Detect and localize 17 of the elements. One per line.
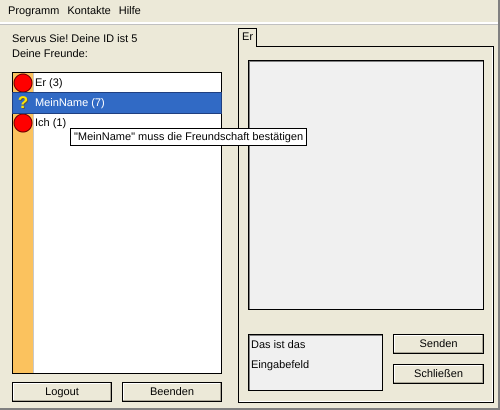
logout-button[interactable]: Logout (12, 382, 112, 402)
offline-status-icon (13, 113, 33, 133)
close-button[interactable]: Schließen (393, 364, 484, 384)
friend-item[interactable]: Er (3) (13, 73, 221, 93)
question-mark-icon: ? (18, 93, 28, 113)
tooltip: "MeinName" muss die Freundschaft bestätigen (70, 128, 308, 146)
menu-item[interactable]: Hilfe (114, 5, 145, 17)
message-input[interactable]: Das ist das Eingabefeld (248, 334, 383, 391)
quit-button[interactable]: Beenden (122, 382, 222, 402)
greeting-text: Servus Sie! Deine ID ist 5 (12, 32, 138, 47)
menu-item[interactable]: Programm (4, 5, 64, 17)
friends-label: Deine Freunde: (12, 47, 89, 62)
offline-status-icon (13, 73, 33, 93)
menu-item[interactable]: Kontakte (63, 5, 115, 17)
send-button[interactable]: Senden (393, 334, 484, 354)
friend-item[interactable]: ? MeinName (7) (13, 93, 221, 113)
chat-tab[interactable]: Er (238, 28, 257, 47)
